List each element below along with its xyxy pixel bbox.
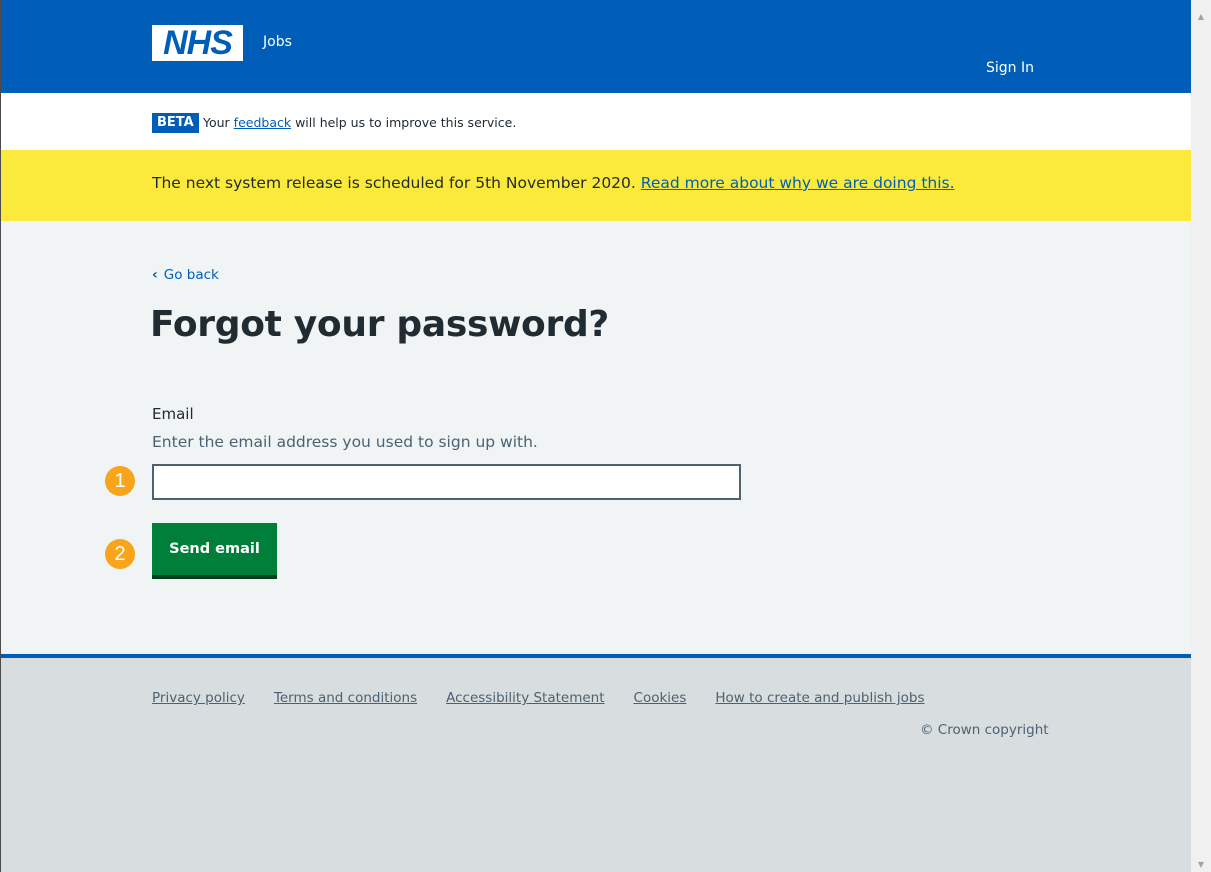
terms-and-conditions-link[interactable]: Terms and conditions [274,690,417,706]
step-marker-2: 2 [105,539,135,569]
beta-tag: BETA [152,113,199,133]
arrow-up-icon[interactable]: ▲ [1191,8,1211,24]
send-email-button[interactable]: Send email [152,523,277,575]
how-to-create-jobs-link[interactable]: How to create and publish jobs [715,690,924,706]
nhs-logo-text: NHS [163,24,233,62]
site-header: NHS Jobs Sign In [1,0,1191,93]
beta-message: Your feedback will help us to improve th… [203,115,516,131]
nhs-logo[interactable]: NHS [152,25,243,61]
footer-links: Privacy policy Terms and conditions Acce… [152,690,925,706]
release-notice-text: The next system release is scheduled for… [152,174,636,192]
beta-text-before: Your [203,115,230,130]
privacy-policy-link[interactable]: Privacy policy [152,690,245,706]
beta-text-after: will help us to improve this service. [295,115,517,130]
email-input[interactable] [152,464,741,500]
release-notice-banner: The next system release is scheduled for… [1,150,1191,221]
beta-banner: BETA Your feedback will help us to impro… [1,93,1191,150]
copyright: © Crown copyright [920,722,1049,738]
arrow-down-icon[interactable]: ▼ [1191,856,1211,872]
vertical-scrollbar[interactable]: ▲ ▼ [1191,0,1211,872]
email-hint: Enter the email address you used to sign… [152,433,538,451]
release-notice-message: The next system release is scheduled for… [152,174,955,192]
main-content: ‹ Go back Forgot your password? Email En… [1,221,1191,654]
feedback-link[interactable]: feedback [234,115,291,130]
step-marker-1: 1 [105,466,135,496]
page-title: Forgot your password? [150,304,609,345]
go-back-label: Go back [163,267,219,283]
read-more-link[interactable]: Read more about why we are doing this. [641,174,955,192]
go-back-link[interactable]: ‹ Go back [152,267,219,283]
cookies-link[interactable]: Cookies [634,690,687,706]
browser-viewport: NHS Jobs Sign In BETA Your feedback will… [0,0,1191,872]
service-name: Jobs [263,34,292,50]
email-label: Email [152,405,194,423]
sign-in-link[interactable]: Sign In [986,60,1034,76]
site-footer: Privacy policy Terms and conditions Acce… [1,654,1191,872]
chevron-left-icon: ‹ [152,267,158,283]
accessibility-statement-link[interactable]: Accessibility Statement [446,690,604,706]
